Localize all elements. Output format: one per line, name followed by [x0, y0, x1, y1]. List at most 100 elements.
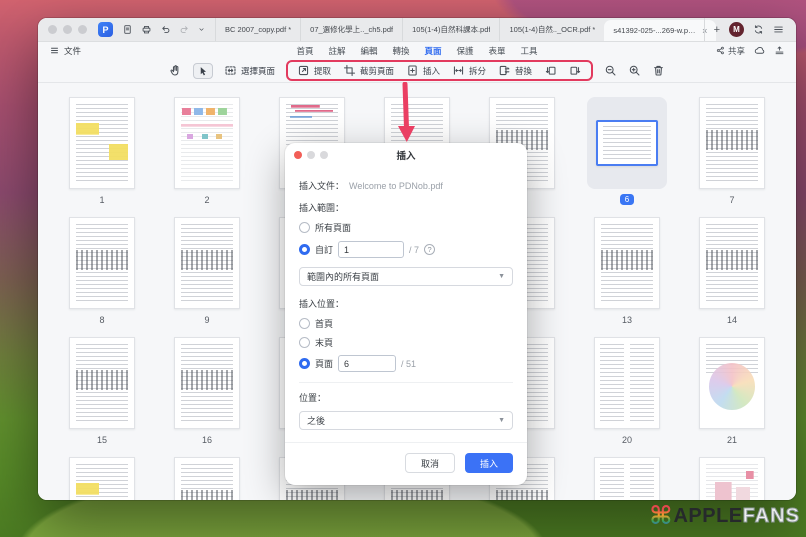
page-number-input[interactable]: 6 — [338, 355, 396, 372]
rotate-right-icon — [569, 64, 582, 77]
page-thumbnail-28[interactable] — [699, 457, 765, 500]
radio-selected-icon[interactable] — [299, 358, 310, 369]
zoom-out-icon — [604, 64, 617, 77]
page-thumbnail-cell-21: 21 — [684, 337, 780, 457]
radio-custom-range[interactable]: 自訂 1 / 7 ? — [299, 241, 513, 258]
page-thumbnail-14[interactable] — [699, 217, 765, 309]
page-thumbnail-1[interactable] — [69, 97, 135, 189]
page-thumbnail-7[interactable] — [699, 97, 765, 189]
page-thumbnail-cell-1: 1 — [54, 97, 150, 217]
radio-last-page[interactable]: 末頁 — [299, 336, 513, 349]
watermark-brand-bold: APPLE — [673, 505, 742, 528]
hand-tool[interactable] — [169, 64, 182, 77]
help-icon[interactable]: ? — [424, 244, 435, 255]
select-pages-button[interactable]: 選擇頁面 — [224, 64, 275, 77]
page-thumbnail-13[interactable] — [594, 217, 660, 309]
share-button[interactable]: 共享 — [716, 45, 745, 57]
page-thumbnail-2[interactable] — [174, 97, 240, 189]
select-pages-icon — [224, 64, 237, 77]
avatar[interactable]: M — [729, 22, 744, 37]
cancel-button[interactable]: 取消 — [405, 453, 455, 473]
radio-all-pages[interactable]: 所有頁面 — [299, 221, 513, 234]
rotate-right-button[interactable] — [569, 64, 582, 77]
radio-icon[interactable] — [299, 222, 310, 233]
redo-icon[interactable] — [179, 24, 190, 35]
cursor-tool[interactable] — [193, 63, 213, 79]
share-label: 共享 — [728, 45, 745, 57]
radio-page-number[interactable]: 頁面 6 / 51 — [299, 355, 513, 372]
insert-button[interactable]: 插入 — [465, 453, 513, 473]
replace-button[interactable]: 替換 — [498, 64, 532, 77]
page-number-label: 7 — [729, 195, 734, 205]
radio-icon[interactable] — [299, 337, 310, 348]
document-tab-4[interactable]: 105(1-4)自然.._OCR.pdf * — [499, 18, 604, 41]
document-tab-5[interactable]: s41392-025-...269-w.pdf *× — [604, 20, 716, 41]
selected-thumbnail-frame[interactable] — [587, 97, 667, 189]
document-tab-2[interactable]: 07_選修化學上.._ch5.pdf — [300, 18, 402, 41]
titlebar: P BC 2007_copy.pdf *07_選修化學上.._ch5.pdf10… — [38, 18, 796, 42]
page-thumbnail-22[interactable] — [69, 457, 135, 500]
document-tab-1[interactable]: BC 2007_copy.pdf * — [215, 18, 300, 41]
menu-icon[interactable] — [773, 24, 784, 35]
document-tab-label: 07_選修化學上.._ch5.pdf — [310, 24, 393, 35]
cloud-icon[interactable] — [754, 45, 765, 56]
page-thumbnail-6[interactable] — [596, 120, 658, 166]
ribbon-tab-保護[interactable]: 保護 — [457, 45, 474, 57]
page-thumbnail-8[interactable] — [69, 217, 135, 309]
ribbon-tab-工具[interactable]: 工具 — [521, 45, 538, 57]
split-button[interactable]: 拆分 — [452, 64, 486, 77]
watermark-brand-light: FANS — [743, 505, 800, 528]
extract-button[interactable]: 提取 — [297, 64, 331, 77]
chevron-down-icon: ▼ — [498, 417, 505, 424]
ribbon-tab-編輯[interactable]: 編輯 — [360, 45, 377, 57]
insert-dialog: 插入 插入文件： Welcome to PDNob.pdf 插入範圍： 所有頁面… — [285, 143, 527, 485]
ribbon-tab-註解[interactable]: 註解 — [328, 45, 345, 57]
page-thumbnail-9[interactable] — [174, 217, 240, 309]
rotate-left-button[interactable] — [544, 64, 557, 77]
ribbon-tab-首頁[interactable]: 首頁 — [296, 45, 313, 57]
zoom-window-icon[interactable] — [78, 25, 87, 34]
crop-button[interactable]: 截剪頁面 — [343, 64, 394, 77]
document-tab-3[interactable]: 105(1-4)自然科課本.pdf — [402, 18, 499, 41]
annotation-arrow — [393, 82, 419, 146]
zoom-in-icon — [628, 64, 641, 77]
page-number-label: 21 — [727, 435, 737, 445]
insert-button[interactable]: 插入 — [406, 64, 440, 77]
page-thumbnail-16[interactable] — [174, 337, 240, 429]
highlighted-tool-group: 提取截剪頁面插入拆分替換 — [286, 60, 593, 81]
page-thumbnail-27[interactable] — [594, 457, 660, 500]
range-mode-select[interactable]: 範圍內的所有頁面 ▼ — [299, 267, 513, 286]
delete-button[interactable] — [652, 64, 665, 77]
sync-icon[interactable] — [753, 24, 764, 35]
radio-first-page[interactable]: 首頁 — [299, 317, 513, 330]
zoom-out-button[interactable] — [604, 64, 617, 77]
location-select[interactable]: 之後 ▼ — [299, 411, 513, 430]
radio-selected-icon[interactable] — [299, 244, 310, 255]
radio-icon[interactable] — [299, 318, 310, 329]
custom-range-input[interactable]: 1 — [338, 241, 404, 258]
page-thumbnail-23[interactable] — [174, 457, 240, 500]
close-window-icon[interactable] — [48, 25, 57, 34]
cursor-icon — [197, 65, 209, 77]
ribbon-tab-頁面[interactable]: 頁面 — [425, 45, 442, 57]
chevron-down-icon[interactable] — [198, 26, 205, 33]
page-thumbnail-21[interactable] — [699, 337, 765, 429]
zoom-in-button[interactable] — [628, 64, 641, 77]
ribbon-tab-表單[interactable]: 表單 — [489, 45, 506, 57]
page-thumbnail-cell-2: 2 — [159, 97, 255, 217]
page-number-total: / 51 — [401, 359, 416, 369]
new-doc-icon[interactable] — [122, 24, 133, 35]
page-thumbnail-15[interactable] — [69, 337, 135, 429]
new-tab-button[interactable]: + — [704, 18, 729, 41]
ribbon-tab-轉換[interactable]: 轉換 — [392, 45, 409, 57]
undo-icon[interactable] — [160, 24, 171, 35]
command-icon: ⌘ — [649, 504, 672, 529]
print-icon[interactable] — [141, 24, 152, 35]
all-pages-label: 所有頁面 — [315, 221, 351, 234]
last-page-label: 末頁 — [315, 336, 333, 349]
minimize-window-icon[interactable] — [63, 25, 72, 34]
page-thumbnail-cell-16: 16 — [159, 337, 255, 457]
page-thumbnail-20[interactable] — [594, 337, 660, 429]
collapse-toolbar-icon[interactable] — [774, 45, 785, 56]
document-tab-label: 105(1-4)自然科課本.pdf — [412, 24, 490, 35]
